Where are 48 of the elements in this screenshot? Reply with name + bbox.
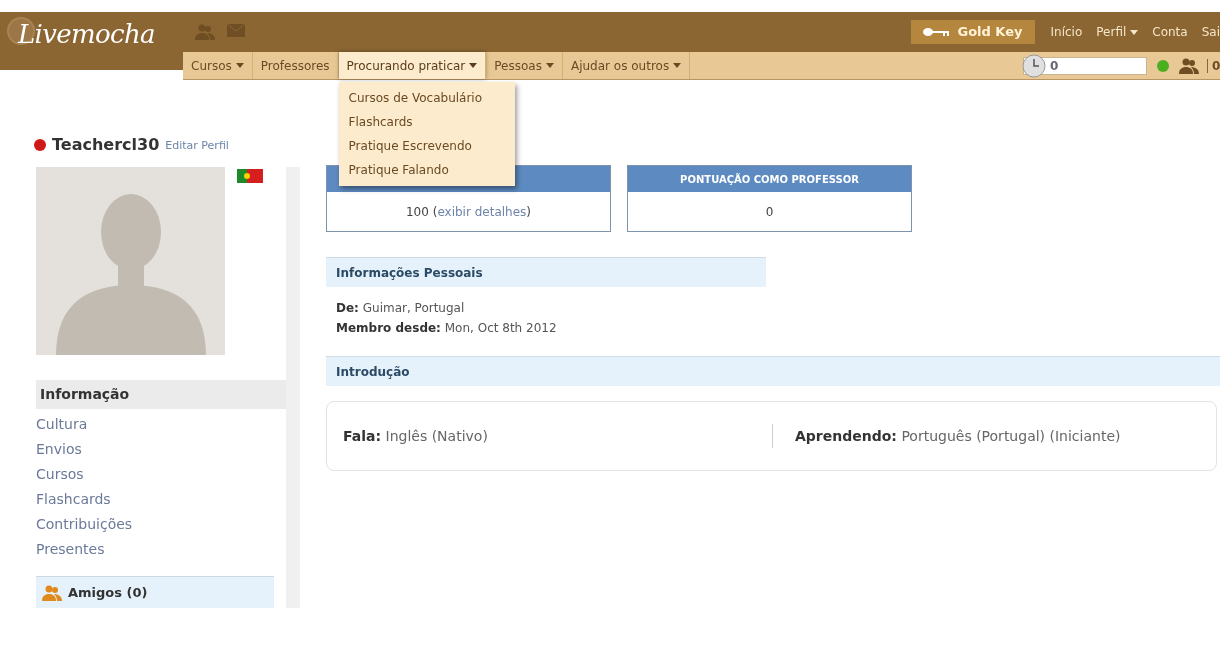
menu-item[interactable]: Cursos de Vocabulário <box>338 86 515 110</box>
friends-label: Amigos (0) <box>68 583 148 602</box>
caret-icon <box>673 63 682 68</box>
nav-tab[interactable]: Ajudar os outros <box>562 52 691 79</box>
details-link[interactable]: exibir detalhes <box>437 204 527 219</box>
caret-icon <box>1130 29 1139 35</box>
menu-item[interactable]: Pratique Escrevendo <box>338 134 515 158</box>
people-icon[interactable] <box>42 584 62 601</box>
username: Teachercl30 <box>52 134 160 156</box>
points-field: 0 <box>1023 56 1147 75</box>
mail-icon[interactable] <box>227 24 245 37</box>
friends-count: 0 <box>1212 57 1220 75</box>
sidebar-item[interactable]: Cursos <box>36 462 286 487</box>
flag-icon <box>237 169 263 183</box>
caret-icon <box>469 63 478 68</box>
sidebar-item[interactable]: Presentes <box>36 537 286 562</box>
nav-tab[interactable]: Procurando praticar <box>338 52 487 79</box>
key-icon <box>923 27 950 37</box>
speaks-text: Fala: Inglês (Nativo) <box>343 427 488 444</box>
menu-item[interactable]: Pratique Falando <box>338 158 515 182</box>
edit-profile-link[interactable]: Editar Perfil <box>165 138 229 155</box>
header-link[interactable]: Perfil <box>1096 23 1139 41</box>
header-link[interactable]: Conta <box>1152 23 1188 41</box>
section-header: Informações Pessoais <box>326 257 766 287</box>
section-header: Introdução <box>326 356 1220 386</box>
clock-icon <box>1022 53 1046 78</box>
menu-item[interactable]: Flashcards <box>338 110 515 134</box>
learning-text: Aprendendo: Português (Portugal) (Iniciante) <box>795 427 1121 444</box>
score-value: 100 (exibir detalhes) <box>405 203 531 221</box>
friends-bar[interactable]: Amigos (0) <box>36 576 274 608</box>
sidebar-item[interactable]: Envios <box>36 437 286 462</box>
caret-icon <box>545 63 554 68</box>
nav-tab[interactable]: Pessoas <box>486 52 563 79</box>
premium-button[interactable]: Gold Key <box>911 20 1035 44</box>
sidebar-item[interactable]: Informação <box>36 380 286 409</box>
score-title: PONTUAÇÃO COMO PROFESSOR <box>680 172 859 187</box>
sidebar-item[interactable]: Cultura <box>36 412 286 437</box>
sidebar-item[interactable]: Flashcards <box>36 487 286 512</box>
people-icon[interactable] <box>1179 57 1199 74</box>
info-row-text: Membro desde: Mon, Oct 8th 2012 <box>336 320 558 337</box>
score-value: 0 <box>765 203 774 221</box>
nav-tab[interactable]: Cursos <box>183 52 253 79</box>
sidebar-item[interactable]: Contribuições <box>36 512 286 537</box>
nav-tab[interactable]: Professores <box>252 52 339 79</box>
info-row-text: De: Guimar, Portugal <box>336 300 466 317</box>
header-link[interactable]: Sai <box>1201 23 1220 41</box>
caret-icon <box>235 63 244 68</box>
header-link[interactable]: Início <box>1050 23 1083 41</box>
